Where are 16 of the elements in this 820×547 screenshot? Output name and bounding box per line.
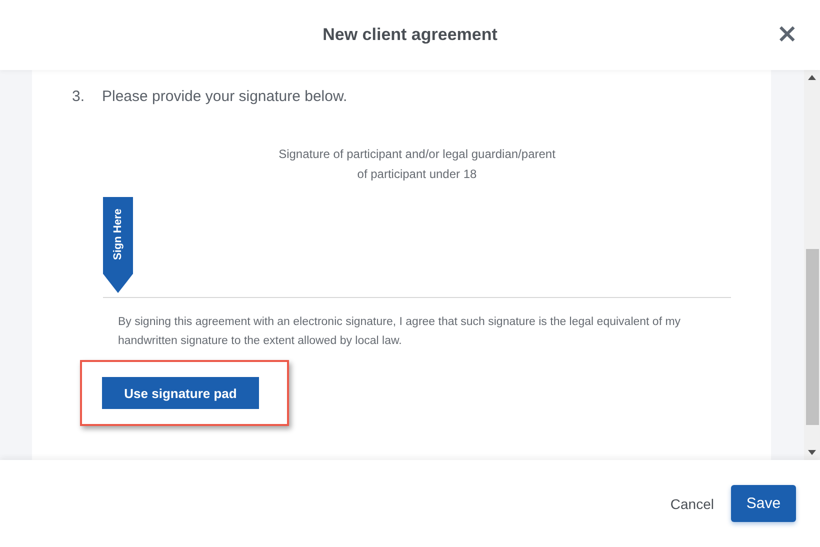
scroll-down-icon[interactable] bbox=[808, 450, 816, 455]
cancel-button[interactable]: Cancel bbox=[670, 496, 714, 512]
signature-caption: of participant under 18 bbox=[357, 166, 477, 183]
close-button[interactable]: × bbox=[774, 22, 800, 46]
signature-area[interactable]: Sign Here bbox=[103, 197, 731, 298]
sign-here-tab: Sign Here bbox=[103, 197, 133, 293]
scrollbar-thumb[interactable] bbox=[806, 249, 819, 425]
scrollbar[interactable] bbox=[804, 70, 820, 460]
dialog-title: New client agreement bbox=[322, 25, 498, 45]
signature-pad-button[interactable]: Use signature pad bbox=[102, 377, 259, 409]
step-number: 3. bbox=[72, 88, 86, 105]
scroll-up-icon[interactable] bbox=[808, 75, 816, 80]
step-instruction: Please provide your signature below. bbox=[102, 88, 348, 105]
consent-text: By signing this agreement with an electronic signature, I agree that such signature is the legal equivalent of my handwritten signature to the extent allowed by local law. bbox=[118, 315, 682, 349]
save-button[interactable]: Save bbox=[731, 485, 796, 522]
signature-caption: Signature of participant and/or legal guardian/parent bbox=[278, 146, 556, 163]
